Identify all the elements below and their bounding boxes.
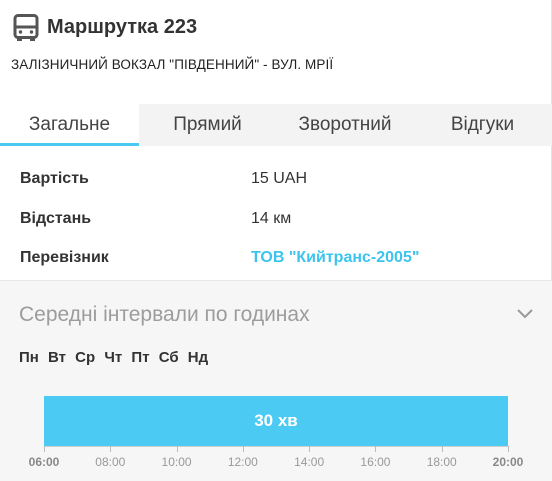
tab-bar: Загальне Прямий Зворотний Відгуки: [0, 104, 552, 146]
info-row-carrier: Перевізник ТОВ "Кийтранс-2005": [0, 246, 552, 270]
hour-label: 08:00: [95, 455, 126, 469]
tab-general[interactable]: Загальне: [0, 104, 139, 146]
hour-label: 12:00: [227, 455, 258, 469]
price-value: 15 UAH: [251, 170, 308, 187]
interval-bar: 30 хв: [44, 396, 508, 446]
day-sat[interactable]: Сб: [159, 349, 179, 366]
price-label: Вартість: [20, 170, 89, 187]
time-axis: [44, 446, 509, 452]
intervals-panel: Середні інтервали по годинах Пн Вт Ср Чт…: [0, 280, 552, 481]
day-wed[interactable]: Ср: [75, 349, 95, 366]
route-title: Маршрутка 223: [47, 16, 198, 38]
hour-label: 16:00: [360, 455, 391, 469]
day-tue[interactable]: Вт: [48, 349, 66, 366]
hour-label: 18:00: [426, 455, 457, 469]
hour-label: 20:00: [492, 455, 524, 469]
day-thu[interactable]: Чт: [104, 349, 122, 366]
route-header: Маршрутка 223 ЗАЛІЗНИЧНИЙ ВОКЗАЛ "ПІВДЕН…: [0, 0, 552, 104]
route-info: Вартість 15 UAH Відстань 14 км Перевізни…: [0, 146, 552, 280]
carrier-label: Перевізник: [20, 249, 109, 266]
day-mon[interactable]: Пн: [19, 349, 39, 366]
distance-label: Відстань: [20, 210, 92, 227]
tab-reviews[interactable]: Відгуки: [414, 104, 551, 146]
intervals-title[interactable]: Середні інтервали по годинах: [19, 302, 310, 328]
axis-tick: [441, 446, 443, 452]
axis-tick: [242, 446, 244, 452]
weekdays: Пн Вт Ср Чт Пт Сб Нд: [19, 349, 213, 367]
bus-icon: [13, 14, 39, 41]
tab-return[interactable]: Зворотний: [276, 104, 414, 146]
day-fri[interactable]: Пт: [131, 349, 149, 366]
axis-tick: [375, 446, 377, 452]
axis-tick: [508, 446, 509, 452]
distance-value: 14 км: [251, 210, 292, 227]
chevron-down-icon[interactable]: [516, 308, 534, 320]
axis-tick: [176, 446, 178, 452]
axis-tick: [44, 446, 45, 452]
axis-tick: [309, 446, 311, 452]
hour-label: 06:00: [28, 455, 60, 469]
tab-forward[interactable]: Прямий: [139, 104, 276, 146]
hour-label: 10:00: [161, 455, 192, 469]
route-stops: ЗАЛІЗНИЧНИЙ ВОКЗАЛ "ПІВДЕННИЙ" - ВУЛ. МР…: [11, 57, 334, 72]
carrier-link[interactable]: ТОВ "Кийтранс-2005": [251, 246, 419, 270]
info-row-distance: Відстань 14 км: [0, 207, 552, 231]
hour-label: 14:00: [294, 455, 325, 469]
axis-tick: [110, 446, 112, 452]
info-row-price: Вартість 15 UAH: [0, 167, 552, 191]
day-sun[interactable]: Нд: [188, 349, 208, 366]
